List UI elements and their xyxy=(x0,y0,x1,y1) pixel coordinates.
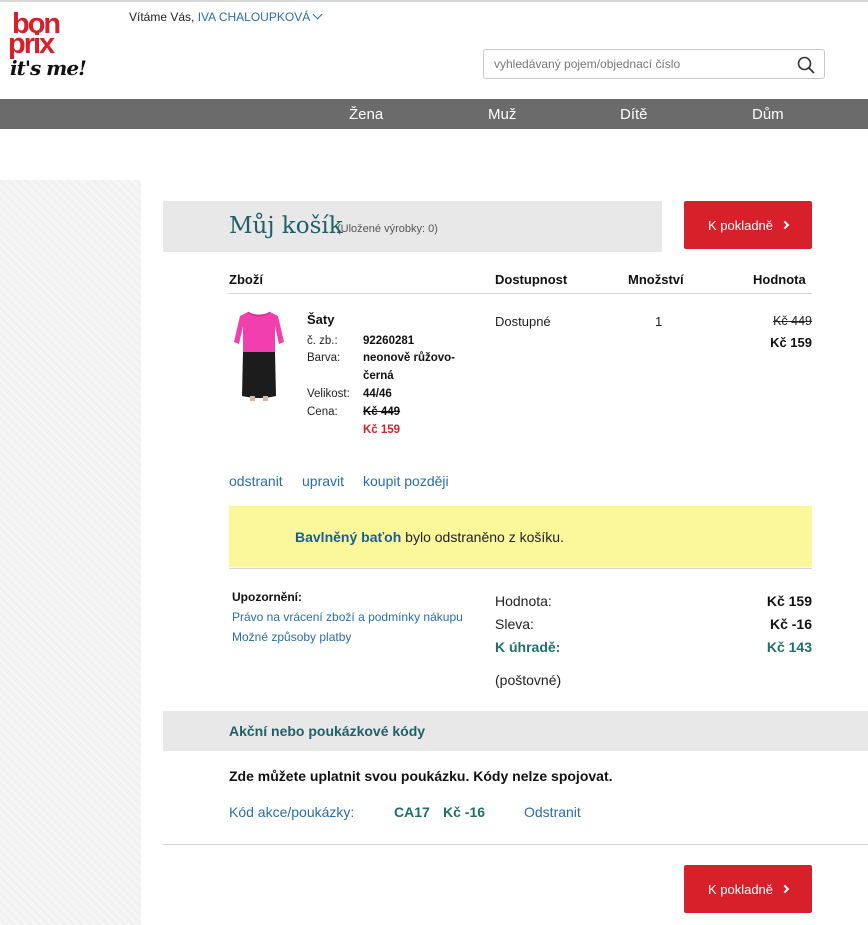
removed-notice: Bavlněný baťoh bylo odstraněno z košíku. xyxy=(229,506,812,567)
checkout-button-bottom[interactable]: K pokladně xyxy=(684,865,812,913)
main-nav: Žena Muž Dítě Dům xyxy=(0,99,868,129)
order-no: 92260281 xyxy=(363,335,415,347)
col-availability: Dostupnost xyxy=(495,272,568,287)
summary-discount: Kč -16 xyxy=(769,616,812,632)
summary-value-label: Hodnota: xyxy=(495,593,552,609)
product-image[interactable] xyxy=(232,308,286,402)
promo-amount: Kč -16 xyxy=(443,804,486,820)
value-old: Kč 449 xyxy=(773,314,812,328)
promo-remove-link[interactable]: Odstranit xyxy=(524,804,581,820)
quantity-value[interactable]: 1 xyxy=(655,314,662,329)
checkout-button-top[interactable]: K pokladně xyxy=(684,201,812,249)
promo-codes-title: Akční nebo poukázkové kódy xyxy=(229,723,426,739)
promo-code-label[interactable]: Kód akce/poukázky: xyxy=(229,804,354,820)
codes-divider xyxy=(163,844,868,845)
product-name[interactable]: Šaty xyxy=(307,312,334,327)
notice-divider xyxy=(229,568,812,569)
page-title: Můj košík xyxy=(229,213,343,239)
shipping-note: (poštovné) xyxy=(495,672,562,688)
price-new: Kč 159 xyxy=(363,424,401,436)
summary-total-label: K úhradě: xyxy=(495,639,561,655)
welcome-bar: Vítáme Vás, IVA CHALOUPKOVÁ xyxy=(129,9,323,24)
header-divider xyxy=(229,293,812,294)
payment-methods-link[interactable]: Možné způsoby platby xyxy=(232,630,351,644)
bonprix-logo[interactable]: bon prix it's me! xyxy=(8,10,88,84)
user-menu[interactable]: IVA CHALOUPKOVÁ xyxy=(198,9,323,24)
checkout-label: K pokladně xyxy=(707,881,774,897)
notice-text: Bavlněný baťoh bylo odstraněno z košíku. xyxy=(295,529,564,545)
price-old: Kč 449 xyxy=(363,406,401,418)
search-input[interactable] xyxy=(494,56,784,72)
availability-status: Dostupné xyxy=(495,314,551,329)
logo-tagline: it's me! xyxy=(10,56,87,80)
summary-discount-label: Sleva: xyxy=(495,616,534,632)
remove-link[interactable]: odstranit xyxy=(229,473,283,489)
notice-product-link[interactable]: Bavlněný baťoh xyxy=(295,529,401,545)
size-value: 44/46 xyxy=(363,388,392,400)
col-quantity: Množství xyxy=(628,272,684,287)
col-value: Hodnota xyxy=(753,272,806,287)
left-pattern-bg xyxy=(0,180,141,925)
promo-codes-note: Zde můžete uplatnit svou poukázku. Kódy … xyxy=(229,768,613,784)
size-label: Velikost: xyxy=(307,388,350,400)
chevron-right-icon xyxy=(780,220,790,230)
summary-total: Kč 143 xyxy=(766,639,812,655)
warning-title: Upozornění: xyxy=(232,590,302,604)
search-box[interactable] xyxy=(483,49,825,79)
color-value-1: neonově růžovo- xyxy=(363,352,456,364)
buy-later-link[interactable]: koupit později xyxy=(363,473,449,489)
nav-item-dite[interactable]: Dítě xyxy=(620,106,648,123)
color-value-2: černá xyxy=(363,370,394,382)
col-goods: Zboží xyxy=(229,272,263,287)
color-label: Barva: xyxy=(307,352,341,364)
logo-prix: prix xyxy=(8,28,55,60)
order-no-label: č. zb.: xyxy=(307,335,338,347)
checkout-label: K pokladně xyxy=(707,217,774,233)
top-border xyxy=(0,0,868,2)
saved-items-count[interactable]: (Uložené výrobky: 0) xyxy=(337,223,438,235)
chevron-down-icon[interactable] xyxy=(312,9,323,20)
chevron-right-icon xyxy=(780,884,790,894)
welcome-text: Vítáme Vás, xyxy=(129,10,195,24)
price-label: Cena: xyxy=(307,406,338,418)
returns-policy-link[interactable]: Právo na vrácení zboží a podmínky nákupu xyxy=(232,610,463,624)
summary-value: Kč 159 xyxy=(766,593,812,609)
notice-message: bylo odstraněno z košíku. xyxy=(401,529,564,545)
promo-code: CA17 xyxy=(394,804,430,820)
user-name[interactable]: IVA CHALOUPKOVÁ xyxy=(198,10,310,24)
edit-link[interactable]: upravit xyxy=(302,473,344,489)
cart-header: Můj košík (Uložené výrobky: 0) xyxy=(163,201,662,252)
value-new: Kč 159 xyxy=(770,335,812,350)
nav-item-zena[interactable]: Žena xyxy=(349,106,383,123)
promo-codes-header: Akční nebo poukázkové kódy xyxy=(163,711,868,751)
nav-item-dum[interactable]: Dům xyxy=(752,106,784,123)
search-icon[interactable] xyxy=(797,56,815,74)
nav-item-muz[interactable]: Muž xyxy=(488,106,516,123)
